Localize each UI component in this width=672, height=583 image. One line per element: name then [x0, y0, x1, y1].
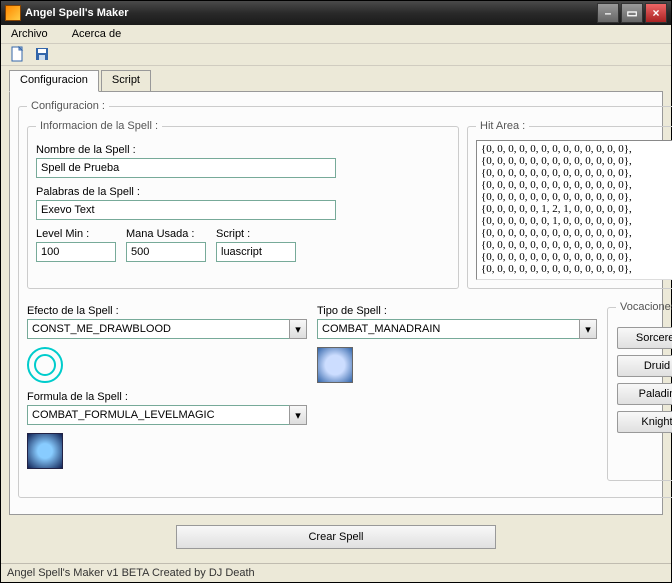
maximize-button[interactable]: ▭	[621, 3, 643, 23]
efecto-combo[interactable]: ▾	[27, 319, 307, 339]
label-efecto: Efecto de la Spell :	[27, 305, 307, 317]
vocation-sorcerer-button[interactable]: Sorcerer	[617, 327, 672, 349]
titlebar: Angel Spell's Maker – ▭ ×	[1, 1, 671, 25]
efecto-input[interactable]	[27, 319, 289, 339]
window-controls: – ▭ ×	[597, 3, 667, 23]
label-nombre: Nombre de la Spell :	[36, 144, 450, 156]
app-window: Angel Spell's Maker – ▭ × Archivo Acerca…	[0, 0, 672, 583]
group-vocaciones: Vocaciones : Sorcerer Druid Paladin Knig…	[607, 301, 672, 481]
label-mana: Mana Usada :	[126, 228, 206, 240]
vocation-paladin-button[interactable]: Paladin	[617, 383, 672, 405]
mana-input[interactable]	[126, 242, 206, 262]
legend-info: Informacion de la Spell :	[36, 120, 162, 132]
tipo-preview-icon	[317, 347, 353, 383]
bottom-bar: Crear Spell	[9, 515, 663, 559]
new-file-icon	[11, 46, 25, 62]
status-text: Angel Spell's Maker v1 BETA Created by D…	[7, 567, 255, 579]
tab-panel-configuracion: Configuracion : Informacion de la Spell …	[9, 91, 663, 515]
hitarea-line: {0, 0, 0, 0, 0, 0, 0, 0, 0, 0, 0, 0, 0},	[481, 251, 672, 263]
efecto-dropdown-button[interactable]: ▾	[289, 319, 307, 339]
hitarea-line: {0, 0, 0, 0, 0, 1, 2, 1, 0, 0, 0, 0, 0},	[481, 203, 672, 215]
app-icon	[5, 5, 21, 21]
group-info-spell: Informacion de la Spell : Nombre de la S…	[27, 120, 459, 289]
tipo-input[interactable]	[317, 319, 579, 339]
hitarea-line: {0, 0, 0, 0, 0, 0, 0, 0, 0, 0, 0, 0, 0},	[481, 191, 672, 203]
vocation-knight-button[interactable]: Knight	[617, 411, 672, 433]
tab-script[interactable]: Script	[101, 70, 151, 92]
window-title: Angel Spell's Maker	[25, 7, 597, 19]
nombre-input[interactable]	[36, 158, 336, 178]
chevron-down-icon: ▾	[295, 409, 301, 422]
hitarea-line: {0, 0, 0, 0, 0, 0, 0, 0, 0, 0, 0, 0, 0},	[481, 143, 672, 155]
label-tipo: Tipo de Spell :	[317, 305, 597, 317]
group-hitarea: Hit Area : {0, 0, 0, 0, 0, 0, 0, 0, 0, 0…	[467, 120, 672, 289]
script-input[interactable]	[216, 242, 296, 262]
create-spell-button[interactable]: Crear Spell	[176, 525, 496, 549]
formula-combo[interactable]: ▾	[27, 405, 307, 425]
formula-input[interactable]	[27, 405, 289, 425]
tabs: Configuracion Script	[9, 70, 663, 92]
hitarea-line: {0, 0, 0, 0, 0, 0, 0, 0, 0, 0, 0, 0, 0},	[481, 155, 672, 167]
group-configuracion: Configuracion : Informacion de la Spell …	[18, 100, 672, 498]
toolbar	[1, 44, 671, 66]
statusbar: Angel Spell's Maker v1 BETA Created by D…	[1, 563, 671, 582]
tab-configuracion[interactable]: Configuracion	[9, 70, 99, 92]
new-file-button[interactable]	[9, 45, 27, 63]
hitarea-line: {0, 0, 0, 0, 0, 0, 0, 0, 0, 0, 0, 0, 0},	[481, 167, 672, 179]
menu-archivo[interactable]: Archivo	[5, 26, 54, 42]
label-levelmin: Level Min :	[36, 228, 116, 240]
label-formula: Formula de la Spell :	[27, 391, 307, 403]
menu-acerca[interactable]: Acerca de	[66, 26, 128, 42]
chevron-down-icon: ▾	[585, 323, 591, 336]
vocation-druid-button[interactable]: Druid	[617, 355, 672, 377]
label-palabras: Palabras de la Spell :	[36, 186, 450, 198]
legend-vocaciones: Vocaciones :	[616, 301, 672, 313]
hitarea-line: {0, 0, 0, 0, 0, 0, 0, 0, 0, 0, 0, 0, 0},	[481, 179, 672, 191]
chevron-down-icon: ▾	[295, 323, 301, 336]
formula-dropdown-button[interactable]: ▾	[289, 405, 307, 425]
legend-hitarea: Hit Area :	[476, 120, 529, 132]
formula-preview-icon	[27, 433, 63, 469]
save-icon	[35, 47, 49, 61]
legend-configuracion: Configuracion :	[27, 100, 109, 112]
hitarea-line: {0, 0, 0, 0, 0, 0, 0, 0, 0, 0, 0, 0, 0},	[481, 239, 672, 251]
tipo-dropdown-button[interactable]: ▾	[579, 319, 597, 339]
palabras-input[interactable]	[36, 200, 336, 220]
label-script: Script :	[216, 228, 296, 240]
hitarea-line: {0, 0, 0, 0, 0, 0, 0, 0, 0, 0, 0, 0, 0},	[481, 227, 672, 239]
menubar: Archivo Acerca de	[1, 25, 671, 44]
minimize-button[interactable]: –	[597, 3, 619, 23]
save-button[interactable]	[33, 45, 51, 63]
hitarea-line: {0, 0, 0, 0, 0, 0, 0, 0, 0, 0, 0, 0, 0},	[481, 263, 672, 275]
close-button[interactable]: ×	[645, 3, 667, 23]
hitarea-textbox[interactable]: {0, 0, 0, 0, 0, 0, 0, 0, 0, 0, 0, 0, 0},…	[476, 140, 672, 280]
hitarea-line: {0, 0, 0, 0, 0, 0, 1, 0, 0, 0, 0, 0, 0},	[481, 215, 672, 227]
content-area: Configuracion Script Configuracion : Inf…	[1, 66, 671, 563]
tipo-combo[interactable]: ▾	[317, 319, 597, 339]
levelmin-input[interactable]	[36, 242, 116, 262]
efecto-preview-icon	[27, 347, 63, 383]
